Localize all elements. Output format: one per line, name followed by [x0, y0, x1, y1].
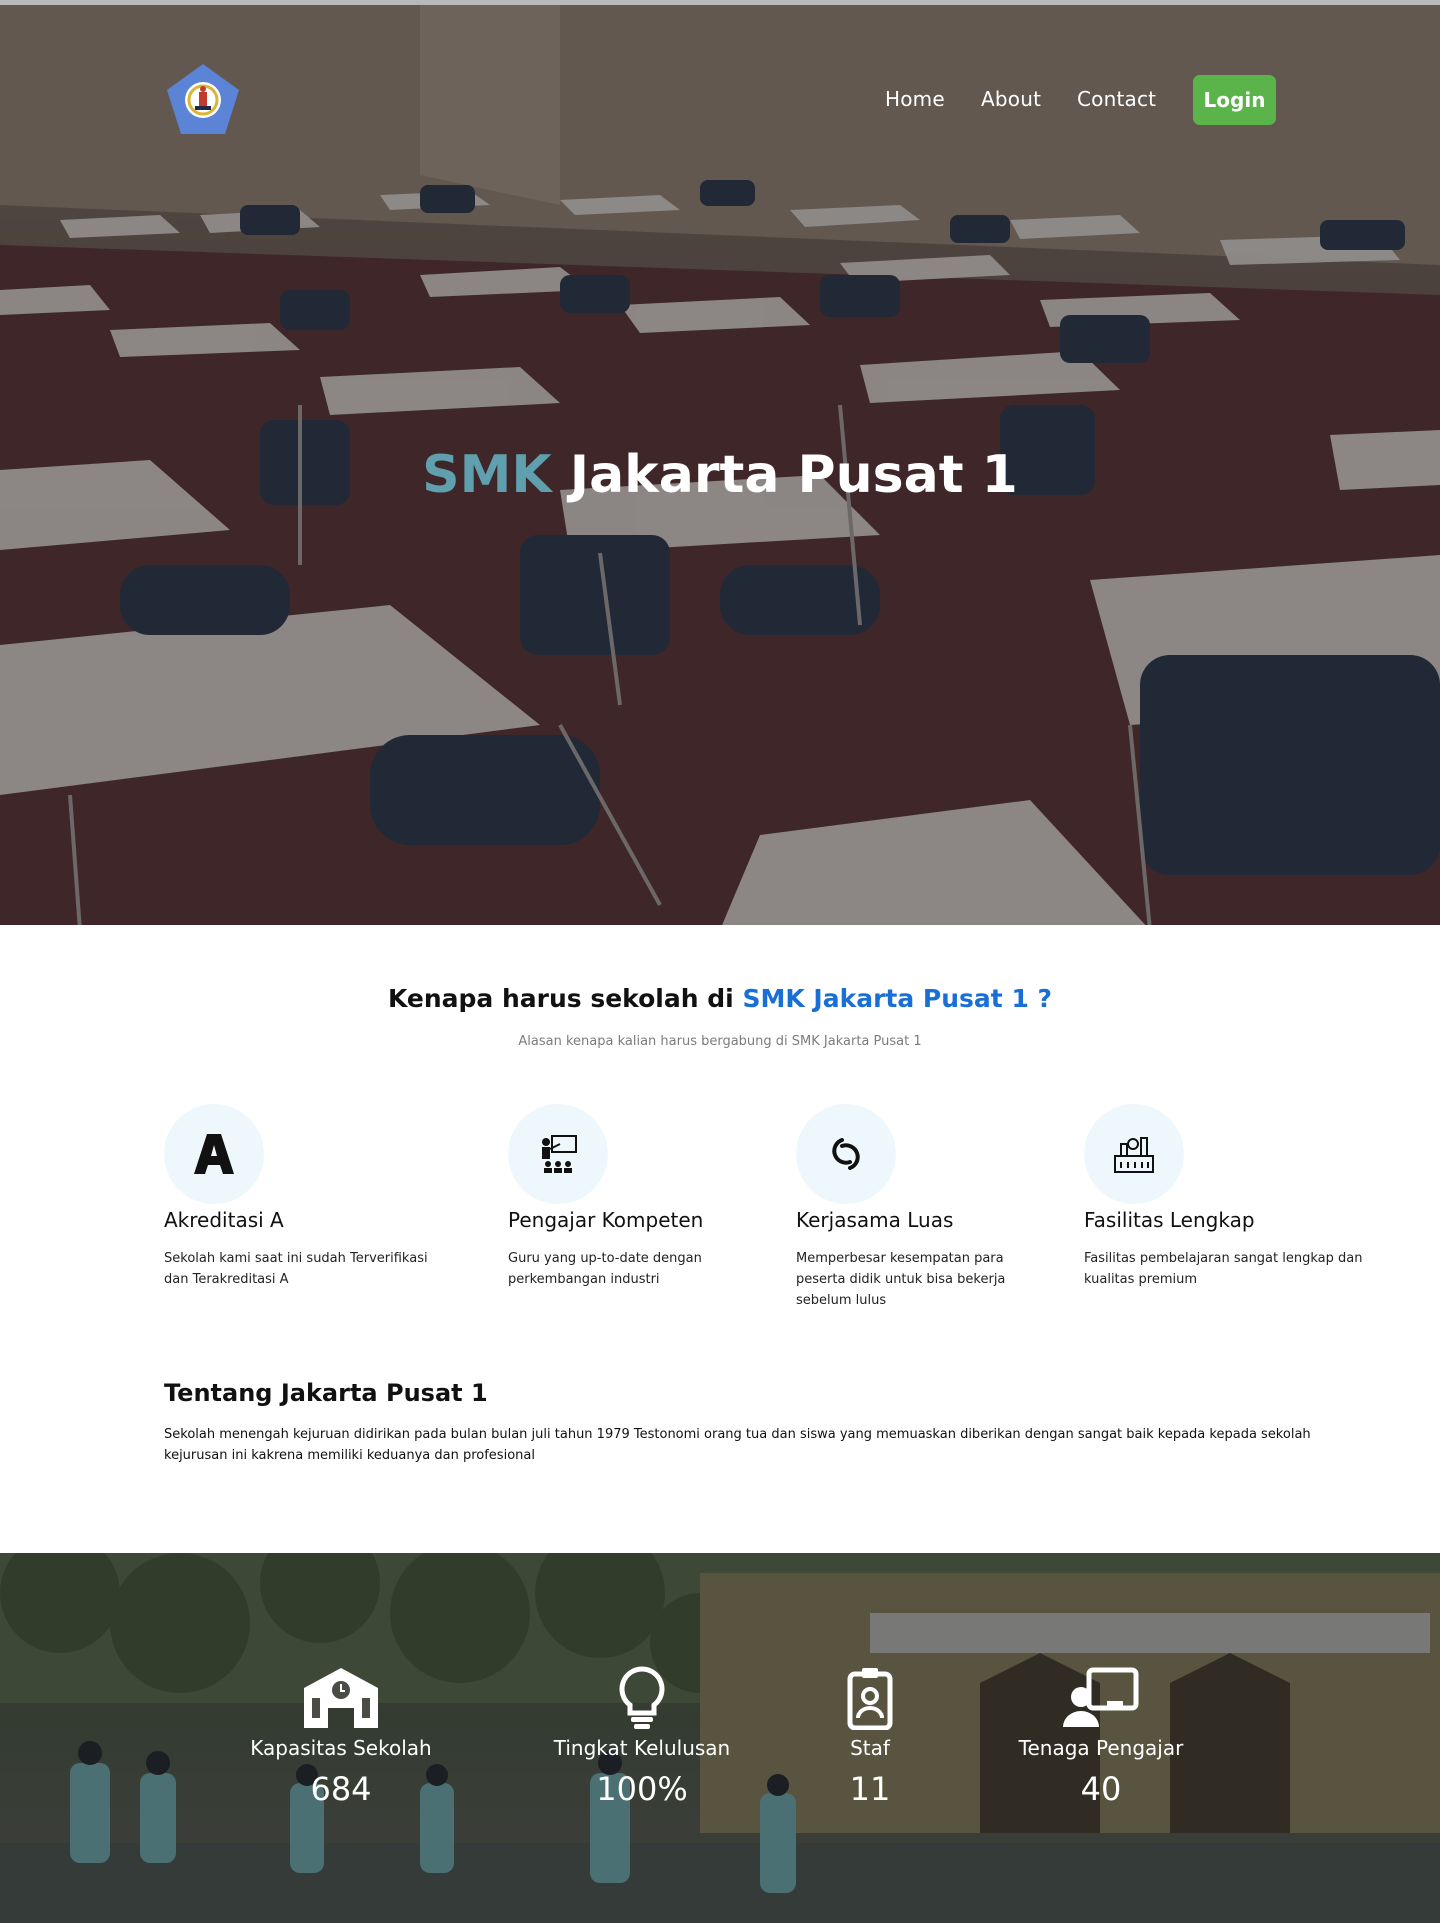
nav-link-contact[interactable]: Contact	[1077, 87, 1156, 111]
school-icon	[304, 1668, 378, 1728]
feature-card: Akreditasi A Sekolah kami saat ini sudah…	[164, 1104, 454, 1287]
hero-title-rest: Jakarta Pusat 1	[569, 445, 1018, 505]
why-title-accent: SMK Jakarta Pusat 1 ?	[742, 984, 1053, 1013]
feature-title: Fasilitas Lengkap	[1084, 1208, 1255, 1232]
stat-value: 100%	[596, 1770, 688, 1808]
hero-section: Home About Contact Login SMK Jakarta Pus…	[0, 0, 1440, 925]
stat-label: Kapasitas Sekolah	[250, 1736, 432, 1760]
why-title-prefix: Kenapa harus sekolah di	[387, 984, 734, 1013]
feature-card: Fasilitas Lengkap Fasilitas pembelajaran…	[1084, 1104, 1374, 1287]
teacher-screen-icon	[1063, 1667, 1139, 1727]
lightbulb-icon	[619, 1666, 665, 1729]
stat-label: Tingkat Kelulusan	[553, 1736, 731, 1760]
stats-section: Kapasitas Sekolah 684 Tingkat Kelulusan …	[0, 1553, 1440, 1923]
feature-card: Pengajar Kompeten Guru yang up-to-date d…	[508, 1104, 798, 1287]
about-text: Sekolah menengah kejuruan didirikan pada…	[164, 1427, 1311, 1463]
nav-link-about[interactable]: About	[981, 87, 1041, 111]
link-icon	[832, 1138, 860, 1170]
id-badge-icon	[847, 1668, 893, 1730]
why-subtitle: Alasan kenapa kalian harus bergabung di …	[518, 1034, 922, 1049]
feature-icon-circle	[796, 1104, 896, 1204]
stat-item: Staf 11	[830, 1666, 910, 1808]
factory-icon	[1114, 1137, 1154, 1173]
feature-title: Akreditasi A	[164, 1208, 284, 1232]
feature-text: Guru yang up-to-date dengan perkembangan…	[508, 1251, 702, 1287]
stat-item: Tenaga Pengajar 40	[1005, 1666, 1197, 1808]
feature-title: Pengajar Kompeten	[508, 1208, 704, 1232]
nav-link-home[interactable]: Home	[885, 87, 945, 111]
stat-label: Staf	[850, 1736, 890, 1760]
main-nav: Home About Contact Login	[0, 75, 1440, 125]
feature-text: Fasilitas pembelajaran sangat lengkap da…	[1084, 1251, 1363, 1287]
why-title: Kenapa harus sekolah di SMK Jakarta Pusa…	[0, 984, 1440, 1013]
feature-title: Kerjasama Luas	[796, 1208, 954, 1232]
letter-a-icon	[194, 1134, 234, 1174]
stat-item: Tingkat Kelulusan 100%	[547, 1666, 737, 1808]
feature-icon-circle	[164, 1104, 264, 1204]
feature-icon-circle	[508, 1104, 608, 1204]
feature-text: Sekolah kami saat ini sudah Terverifikas…	[164, 1251, 428, 1287]
login-button[interactable]: Login	[1193, 75, 1276, 125]
hero-title-accent: SMK	[422, 445, 552, 505]
stat-item: Kapasitas Sekolah 684	[246, 1666, 436, 1808]
stat-value: 40	[1080, 1770, 1122, 1808]
stat-value: 684	[310, 1770, 372, 1808]
feature-icon-circle	[1084, 1104, 1184, 1204]
hero-title: SMK Jakarta Pusat 1	[0, 445, 1440, 505]
about-title: Tentang Jakarta Pusat 1	[164, 1379, 488, 1407]
stat-value: 11	[849, 1770, 891, 1808]
feature-text: Memperbesar kesempatan para peserta didi…	[796, 1251, 1006, 1308]
feature-card: Kerjasama Luas Memperbesar kesempatan pa…	[796, 1104, 1086, 1308]
teacher-icon	[542, 1135, 577, 1173]
stat-label: Tenaga Pengajar	[1018, 1736, 1184, 1760]
